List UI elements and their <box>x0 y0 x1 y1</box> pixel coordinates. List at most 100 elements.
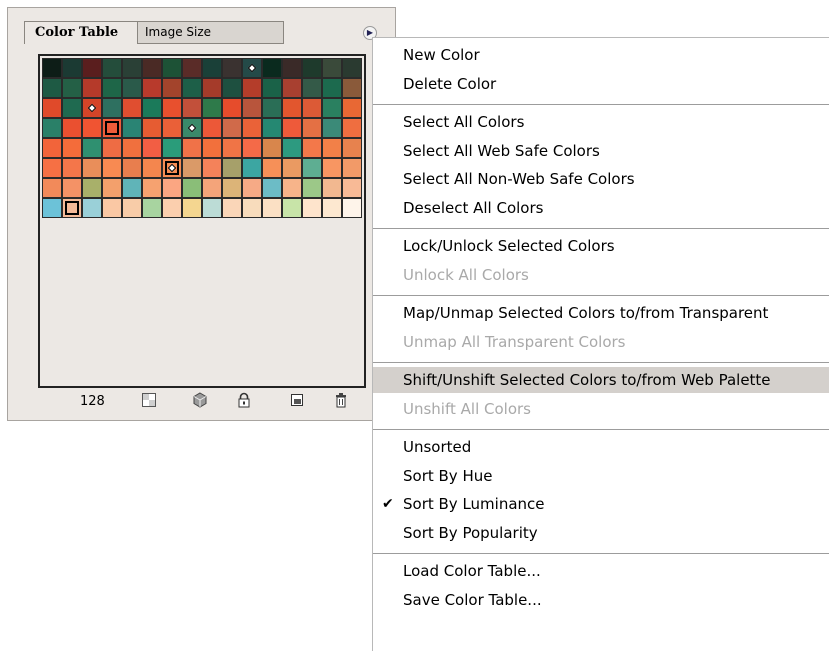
color-swatch[interactable] <box>342 178 362 198</box>
color-swatch[interactable] <box>342 198 362 218</box>
color-swatch[interactable] <box>162 138 182 158</box>
color-swatch[interactable] <box>322 158 342 178</box>
color-swatch[interactable] <box>322 198 342 218</box>
new-color-icon[interactable] <box>289 392 305 408</box>
color-swatch[interactable] <box>162 158 182 178</box>
color-swatch[interactable] <box>162 178 182 198</box>
color-swatch[interactable] <box>302 98 322 118</box>
menu-item[interactable]: Load Color Table... <box>373 558 829 584</box>
color-swatch[interactable] <box>262 198 282 218</box>
menu-item[interactable]: Unsorted <box>373 434 829 460</box>
color-swatch[interactable] <box>182 98 202 118</box>
color-swatch[interactable] <box>122 58 142 78</box>
color-swatch[interactable] <box>62 158 82 178</box>
color-swatch[interactable] <box>62 98 82 118</box>
color-swatch[interactable] <box>122 98 142 118</box>
menu-item[interactable]: Sort By Popularity <box>373 520 829 546</box>
color-swatch[interactable] <box>42 158 62 178</box>
color-swatch[interactable] <box>342 118 362 138</box>
color-swatch[interactable] <box>142 158 162 178</box>
color-swatch[interactable] <box>222 98 242 118</box>
color-swatch[interactable] <box>122 118 142 138</box>
color-swatch[interactable] <box>222 138 242 158</box>
color-swatch[interactable] <box>222 58 242 78</box>
lock-icon[interactable] <box>236 392 252 408</box>
color-swatch[interactable] <box>242 198 262 218</box>
color-swatch[interactable] <box>42 78 62 98</box>
color-swatch[interactable] <box>162 118 182 138</box>
color-swatch[interactable] <box>42 98 62 118</box>
color-swatch[interactable] <box>322 138 342 158</box>
color-swatch[interactable] <box>82 178 102 198</box>
color-swatch[interactable] <box>302 138 322 158</box>
menu-item[interactable]: Select All Non-Web Safe Colors <box>373 166 829 192</box>
menu-item[interactable]: Select All Colors <box>373 109 829 135</box>
color-swatch[interactable] <box>202 58 222 78</box>
color-swatch[interactable] <box>142 138 162 158</box>
color-swatch[interactable] <box>222 118 242 138</box>
color-swatch[interactable] <box>102 178 122 198</box>
color-swatch[interactable] <box>42 198 62 218</box>
color-swatch[interactable] <box>302 78 322 98</box>
color-swatch[interactable] <box>342 58 362 78</box>
color-swatch[interactable] <box>162 98 182 118</box>
color-swatch[interactable] <box>262 98 282 118</box>
menu-item[interactable]: Select All Web Safe Colors <box>373 138 829 164</box>
color-swatch[interactable] <box>82 118 102 138</box>
color-swatch[interactable] <box>302 198 322 218</box>
menu-item[interactable]: ✔ Sort By Luminance <box>373 491 829 517</box>
color-swatch[interactable] <box>242 118 262 138</box>
color-swatch[interactable] <box>162 58 182 78</box>
color-swatch[interactable] <box>262 138 282 158</box>
color-swatch[interactable] <box>222 78 242 98</box>
web-shift-icon[interactable] <box>192 392 208 408</box>
color-swatch[interactable] <box>282 198 302 218</box>
color-swatch[interactable] <box>302 178 322 198</box>
color-swatch[interactable] <box>82 158 102 178</box>
color-swatch[interactable] <box>242 158 262 178</box>
color-swatch[interactable] <box>222 158 242 178</box>
color-swatch[interactable] <box>342 78 362 98</box>
color-swatch[interactable] <box>282 178 302 198</box>
color-swatch[interactable] <box>82 198 102 218</box>
color-swatch[interactable] <box>202 98 222 118</box>
tab-color-table[interactable]: Color Table <box>24 21 138 44</box>
color-swatch[interactable] <box>202 118 222 138</box>
color-swatch[interactable] <box>142 98 162 118</box>
color-swatch[interactable] <box>282 158 302 178</box>
color-swatch[interactable] <box>262 178 282 198</box>
trash-icon[interactable] <box>333 392 349 408</box>
color-swatch[interactable] <box>102 198 122 218</box>
color-swatch[interactable] <box>182 58 202 78</box>
color-swatch[interactable] <box>262 58 282 78</box>
color-swatch[interactable] <box>322 98 342 118</box>
color-swatch[interactable] <box>202 138 222 158</box>
color-swatch[interactable] <box>342 98 362 118</box>
color-swatch[interactable] <box>342 158 362 178</box>
color-swatch[interactable] <box>82 78 102 98</box>
color-swatch[interactable] <box>322 58 342 78</box>
color-swatch[interactable] <box>322 178 342 198</box>
color-swatch[interactable] <box>62 198 82 218</box>
color-swatch[interactable] <box>282 58 302 78</box>
color-swatch[interactable] <box>302 118 322 138</box>
menu-item[interactable]: Lock/Unlock Selected Colors <box>373 233 829 259</box>
color-swatch[interactable] <box>82 138 102 158</box>
color-swatch[interactable] <box>122 78 142 98</box>
color-swatch[interactable] <box>122 198 142 218</box>
color-swatch[interactable] <box>42 58 62 78</box>
color-swatch[interactable] <box>62 178 82 198</box>
color-swatch[interactable] <box>242 78 262 98</box>
color-swatch[interactable] <box>282 78 302 98</box>
color-swatch[interactable] <box>102 158 122 178</box>
color-swatch[interactable] <box>182 198 202 218</box>
tab-image-size[interactable]: Image Size <box>134 21 284 44</box>
color-swatch[interactable] <box>102 58 122 78</box>
color-swatch[interactable] <box>142 78 162 98</box>
color-swatch[interactable] <box>182 138 202 158</box>
color-swatch[interactable] <box>122 178 142 198</box>
menu-item[interactable]: Save Color Table... <box>373 587 829 613</box>
color-swatch[interactable] <box>42 178 62 198</box>
menu-item[interactable]: Deselect All Colors <box>373 195 829 221</box>
color-swatch[interactable] <box>222 198 242 218</box>
